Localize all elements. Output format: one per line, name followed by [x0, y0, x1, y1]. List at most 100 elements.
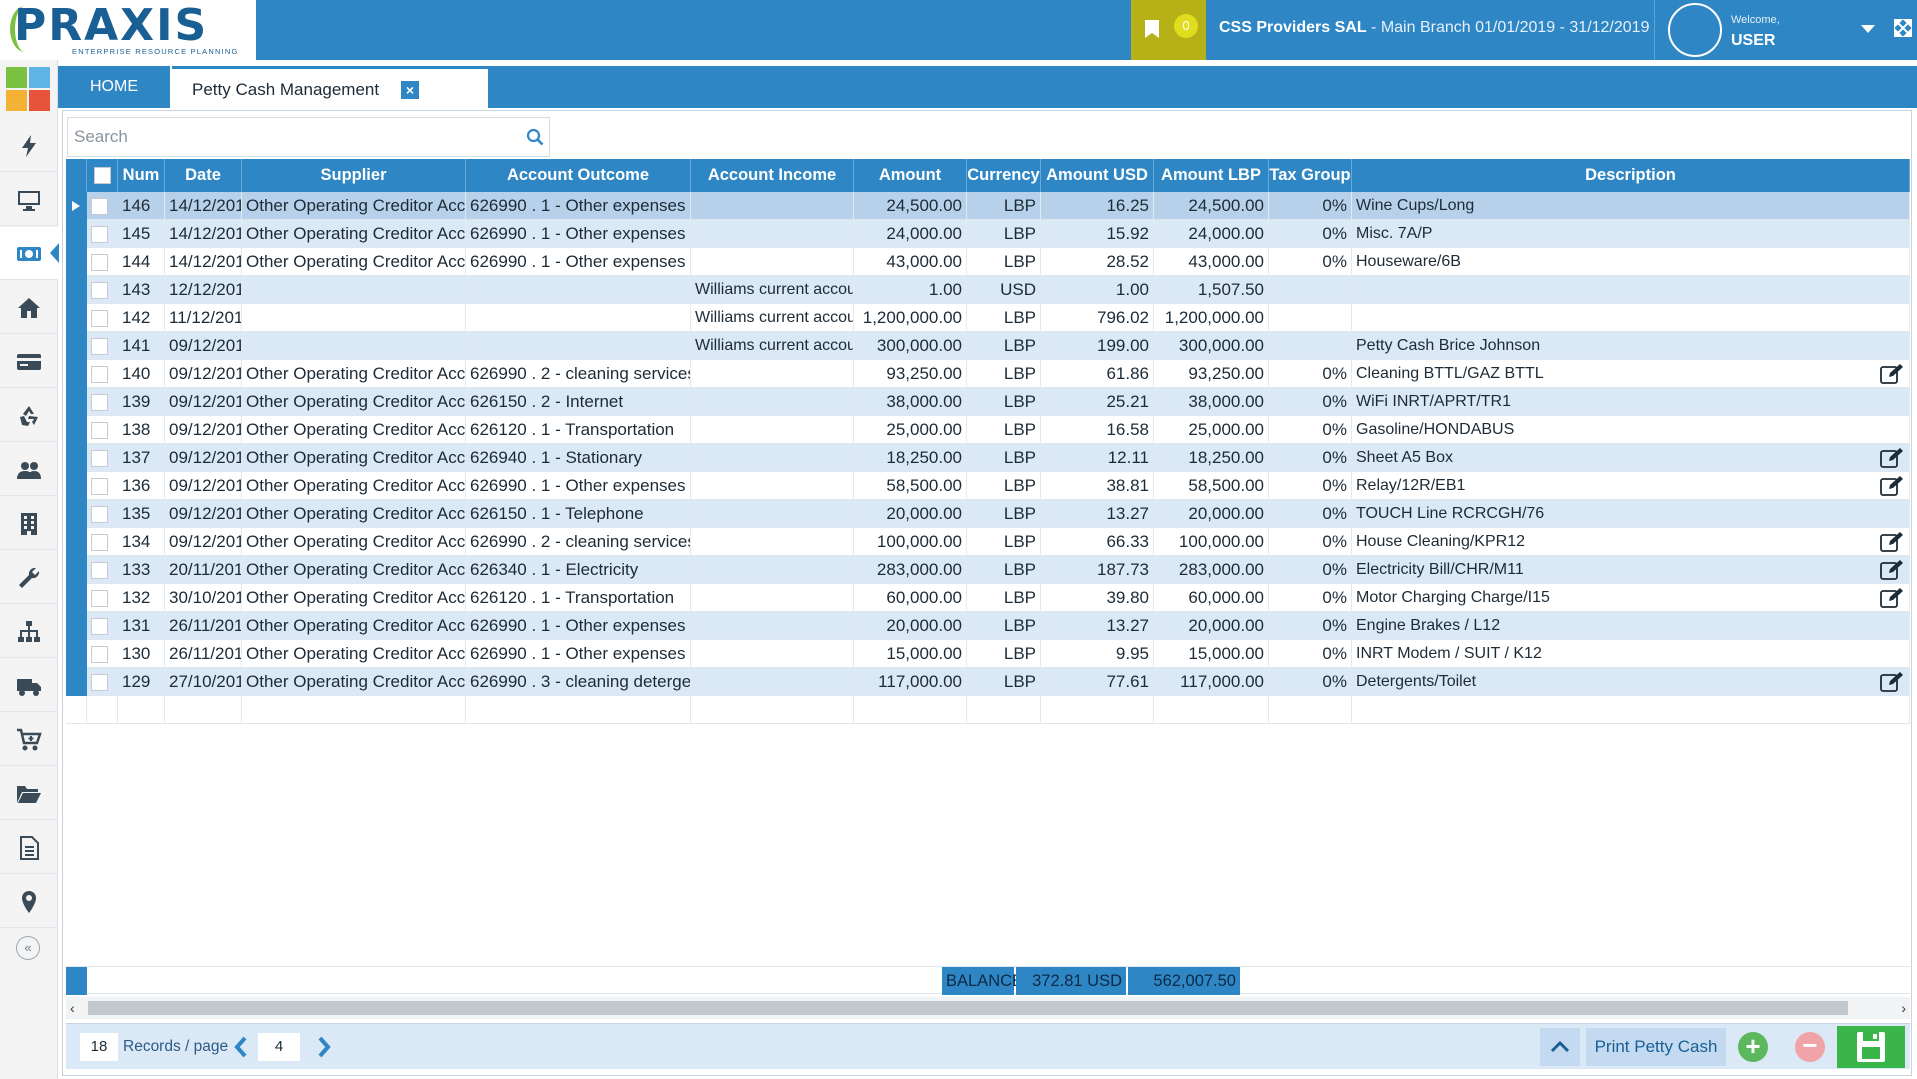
table-row[interactable]: 13320/11/2019Other Operating Creditor Ac… — [66, 556, 1910, 584]
collapse-sidebar-button[interactable]: « — [16, 936, 40, 960]
table-row[interactable]: 13909/12/2019Other Operating Creditor Ac… — [66, 388, 1910, 416]
row-checkbox[interactable] — [91, 562, 108, 579]
table-row[interactable]: 13709/12/2019Other Operating Creditor Ac… — [66, 444, 1910, 472]
row-checkbox[interactable] — [91, 450, 108, 467]
row-checkbox[interactable] — [91, 226, 108, 243]
edit-icon[interactable] — [1880, 531, 1904, 553]
row-checkbox[interactable] — [91, 590, 108, 607]
sidebar-item-petty-cash[interactable] — [0, 227, 59, 280]
cell-lbp: 18,250.00 — [1154, 444, 1269, 472]
row-checkbox[interactable] — [91, 394, 108, 411]
row-checkbox[interactable] — [91, 338, 108, 355]
search-input[interactable] — [74, 118, 514, 156]
search-icon[interactable] — [526, 128, 544, 146]
table-row[interactable]: 12927/10/2019Other Operating Creditor Ac… — [66, 668, 1910, 696]
edit-icon[interactable] — [1880, 559, 1904, 581]
column-header-amount-lbp[interactable]: Amount LBP — [1154, 159, 1269, 192]
sidebar-item-users[interactable] — [0, 443, 58, 496]
table-row[interactable]: 14514/12/2019Other Operating Creditor Ac… — [66, 220, 1910, 248]
column-header-amount[interactable]: Amount — [854, 159, 967, 192]
edit-icon[interactable] — [1880, 671, 1904, 693]
sidebar-item-home[interactable] — [0, 281, 58, 334]
avatar[interactable] — [1668, 3, 1722, 57]
row-checkbox[interactable] — [91, 534, 108, 551]
table-row[interactable]: 14614/12/2019Other Operating Creditor Ac… — [66, 192, 1910, 220]
column-header-description[interactable]: Description — [1352, 159, 1910, 192]
row-checkbox[interactable] — [91, 282, 108, 299]
row-checkbox[interactable] — [91, 618, 108, 635]
add-button[interactable]: + — [1738, 1032, 1768, 1062]
table-row[interactable]: 13409/12/2019Other Operating Creditor Ac… — [66, 528, 1910, 556]
table-row[interactable]: 13609/12/2019Other Operating Creditor Ac… — [66, 472, 1910, 500]
column-header-tax-group[interactable]: Tax Group — [1269, 159, 1352, 192]
expand-up-button[interactable] — [1540, 1028, 1580, 1066]
username[interactable]: USER — [1731, 32, 1775, 50]
row-checkbox[interactable] — [91, 366, 108, 383]
select-all-checkbox[interactable] — [87, 159, 118, 192]
edit-icon[interactable] — [1880, 363, 1904, 385]
edit-icon[interactable] — [1880, 587, 1904, 609]
cell-income — [691, 640, 854, 668]
table-row[interactable]: 14109/12/2019Williams current account300… — [66, 332, 1910, 360]
sidebar-item-recycle[interactable] — [0, 389, 58, 442]
row-checkbox[interactable] — [91, 198, 108, 215]
table-row[interactable]: 13026/11/2019Other Operating Creditor Ac… — [66, 640, 1910, 668]
apps-grid-icon[interactable] — [6, 67, 50, 111]
sidebar-item-documents[interactable] — [0, 821, 58, 874]
scrollbar-thumb[interactable] — [88, 1001, 1848, 1015]
edit-icon[interactable] — [1880, 447, 1904, 469]
chevron-down-icon[interactable] — [1861, 25, 1875, 33]
next-page-icon[interactable] — [314, 1034, 334, 1060]
row-checkbox[interactable] — [91, 254, 108, 271]
row-checkbox[interactable] — [91, 478, 108, 495]
cell-date: 11/12/2019 — [165, 304, 242, 332]
chevron-right-icon[interactable]: › — [1901, 1000, 1906, 1016]
table-row[interactable]: 13230/10/2019Other Operating Creditor Ac… — [66, 584, 1910, 612]
print-petty-cash-button[interactable]: Print Petty Cash — [1586, 1028, 1726, 1066]
sidebar-item-files[interactable] — [0, 767, 58, 820]
edit-icon[interactable] — [1880, 475, 1904, 497]
sidebar-item-cards[interactable] — [0, 335, 58, 388]
column-header-date[interactable]: Date — [165, 159, 242, 192]
records-per-page-input[interactable]: 18 — [80, 1033, 118, 1061]
sidebar-item-quick[interactable] — [0, 119, 58, 172]
sidebar-item-building[interactable] — [0, 497, 58, 550]
table-row[interactable]: 14312/12/2019Williams current account1.0… — [66, 276, 1910, 304]
column-header-account-outcome[interactable]: Account Outcome — [466, 159, 691, 192]
row-checkbox[interactable] — [91, 310, 108, 327]
notifications-button[interactable]: 0 — [1131, 0, 1206, 60]
save-button[interactable] — [1837, 1026, 1905, 1068]
fullscreen-icon[interactable] — [1893, 18, 1913, 38]
chevron-left-icon[interactable]: ‹ — [70, 1000, 75, 1016]
previous-page-icon[interactable] — [231, 1034, 251, 1060]
table-row[interactable]: 14414/12/2019Other Operating Creditor Ac… — [66, 248, 1910, 276]
row-checkbox[interactable] — [91, 422, 108, 439]
logo[interactable]: PRAXIS ENTERPRISE RESOURCE PLANNING — [0, 0, 256, 60]
sidebar-item-structure[interactable] — [0, 605, 58, 658]
row-checkbox[interactable] — [91, 674, 108, 691]
column-header-amount-usd[interactable]: Amount USD — [1041, 159, 1154, 192]
row-checkbox[interactable] — [91, 646, 108, 663]
sidebar-item-purchase[interactable] — [0, 713, 58, 766]
table-row[interactable]: 13509/12/2019Other Operating Creditor Ac… — [66, 500, 1910, 528]
table-row[interactable]: 13126/11/2019Other Operating Creditor Ac… — [66, 612, 1910, 640]
table-row[interactable]: 14211/12/2019Williams current account1,2… — [66, 304, 1910, 332]
cell-date: 14/12/2019 — [165, 248, 242, 276]
column-header-num[interactable]: Num — [118, 159, 165, 192]
table-row[interactable]: 14009/12/2019Other Operating Creditor Ac… — [66, 360, 1910, 388]
horizontal-scrollbar[interactable]: ‹ › — [66, 997, 1910, 1019]
row-checkbox[interactable] — [91, 506, 108, 523]
tab-home[interactable]: HOME — [58, 66, 170, 108]
sidebar-item-location[interactable] — [0, 875, 58, 928]
tab-petty-cash[interactable]: Petty Cash Management — [172, 66, 488, 108]
table-row[interactable]: 13809/12/2019Other Operating Creditor Ac… — [66, 416, 1910, 444]
column-header-currency[interactable]: Currency — [967, 159, 1041, 192]
remove-button[interactable]: − — [1795, 1032, 1825, 1062]
sidebar-item-delivery[interactable] — [0, 659, 58, 712]
column-header-account-income[interactable]: Account Income — [691, 159, 854, 192]
sidebar-item-settings[interactable] — [0, 551, 58, 604]
sidebar-item-monitor[interactable] — [0, 173, 58, 226]
column-header-supplier[interactable]: Supplier — [242, 159, 466, 192]
page-number-input[interactable]: 4 — [258, 1033, 300, 1061]
close-tab-icon[interactable]: × — [401, 81, 419, 99]
